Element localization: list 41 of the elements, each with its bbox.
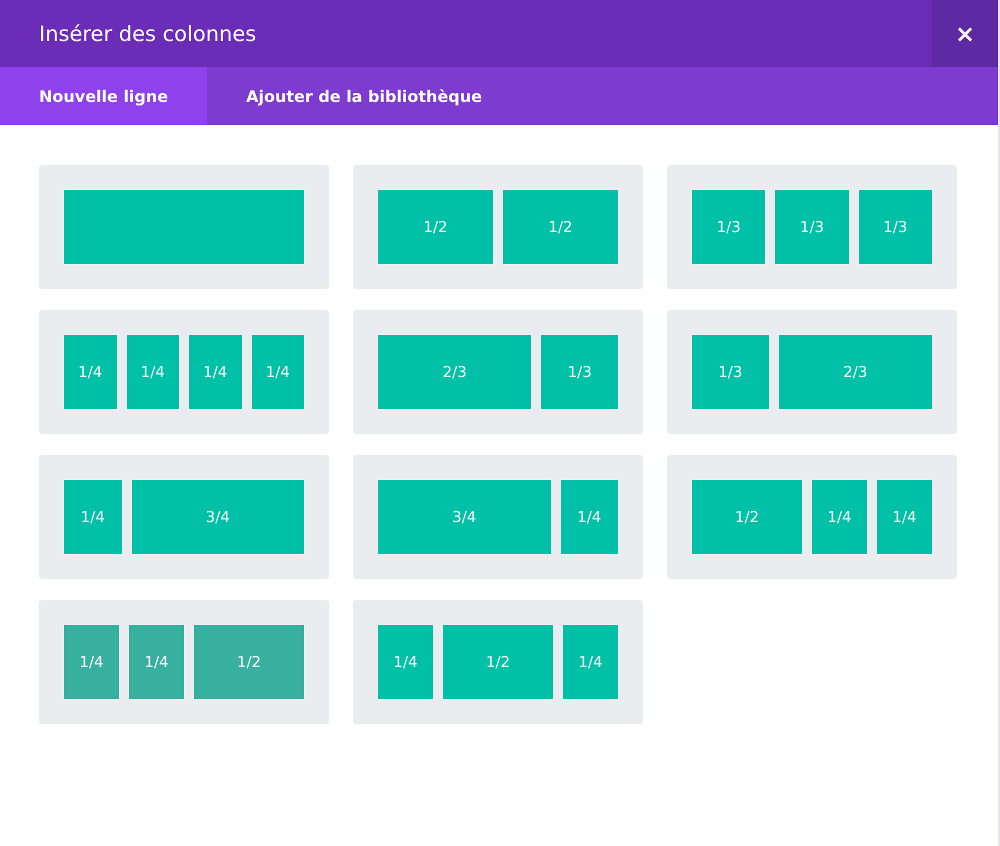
dialog-title: Insérer des colonnes xyxy=(39,22,256,46)
column-block: 1/3 xyxy=(775,190,849,264)
column-layout-option[interactable]: 1/2 1/4 1/4 xyxy=(667,455,957,579)
column-layout-option[interactable]: 1/3 2/3 xyxy=(667,310,957,434)
column-block: 1/2 xyxy=(503,190,618,264)
column-block: 1/2 xyxy=(378,190,493,264)
column-block: 3/4 xyxy=(132,480,304,554)
column-block: 1/3 xyxy=(692,190,766,264)
column-block: 1/4 xyxy=(64,625,119,699)
column-block: 2/3 xyxy=(778,335,932,409)
column-block: 1/3 xyxy=(692,335,769,409)
column-layout-option[interactable]: 1/4 1/4 1/2 xyxy=(39,600,329,724)
column-layout-option[interactable]: 1/4 3/4 xyxy=(39,455,329,579)
column-layout-option[interactable] xyxy=(39,165,329,289)
column-block: 1/4 xyxy=(126,335,179,409)
tab[interactable]: Ajouter de la bibliothèque xyxy=(207,67,521,125)
column-block: 1/4 xyxy=(563,625,618,699)
column-block: 1/2 xyxy=(692,480,802,554)
column-block: 1/4 xyxy=(560,480,618,554)
column-layout-option[interactable]: 1/3 1/3 1/3 xyxy=(667,165,957,289)
column-block: 1/4 xyxy=(378,625,433,699)
column-block: 1/3 xyxy=(541,335,618,409)
tab[interactable]: Nouvelle ligne xyxy=(0,67,208,125)
column-block: 1/4 xyxy=(64,335,116,409)
column-block: 1/4 xyxy=(129,625,184,699)
column-block: 1/4 xyxy=(252,335,304,409)
close-button[interactable]: × xyxy=(932,0,998,67)
column-block: 2/3 xyxy=(378,335,532,409)
column-block: 3/4 xyxy=(378,480,550,554)
column-layout-option[interactable]: 2/3 1/3 xyxy=(353,310,643,434)
column-layout-option[interactable]: 1/2 1/2 xyxy=(353,165,643,289)
column-block: 1/2 xyxy=(443,625,553,699)
column-block: 1/4 xyxy=(64,480,122,554)
column-block: 1/4 xyxy=(812,480,867,554)
column-layout-option[interactable]: 3/4 1/4 xyxy=(353,455,643,579)
column-layout-option[interactable]: 1/4 1/4 1/4 1/4 xyxy=(39,310,329,434)
column-block: 1/4 xyxy=(189,335,242,409)
column-layout-option[interactable]: 1/4 1/2 1/4 xyxy=(353,600,643,724)
column-block: 1/2 xyxy=(194,625,304,699)
column-block: 1/3 xyxy=(858,190,932,264)
column-block: 1/4 xyxy=(877,480,932,554)
